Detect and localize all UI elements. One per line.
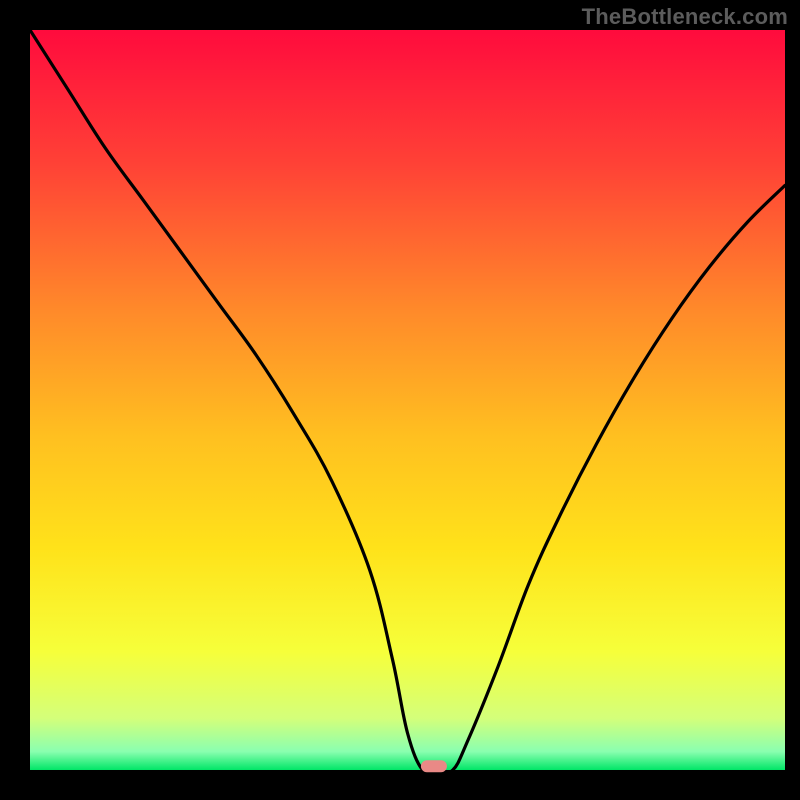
chart-frame: { "watermark": "TheBottleneck.com", "cha… (0, 0, 800, 800)
bottleneck-curve-chart (0, 0, 800, 800)
plot-background (30, 30, 785, 770)
watermark-text: TheBottleneck.com (582, 4, 788, 30)
optimal-marker (421, 760, 447, 772)
